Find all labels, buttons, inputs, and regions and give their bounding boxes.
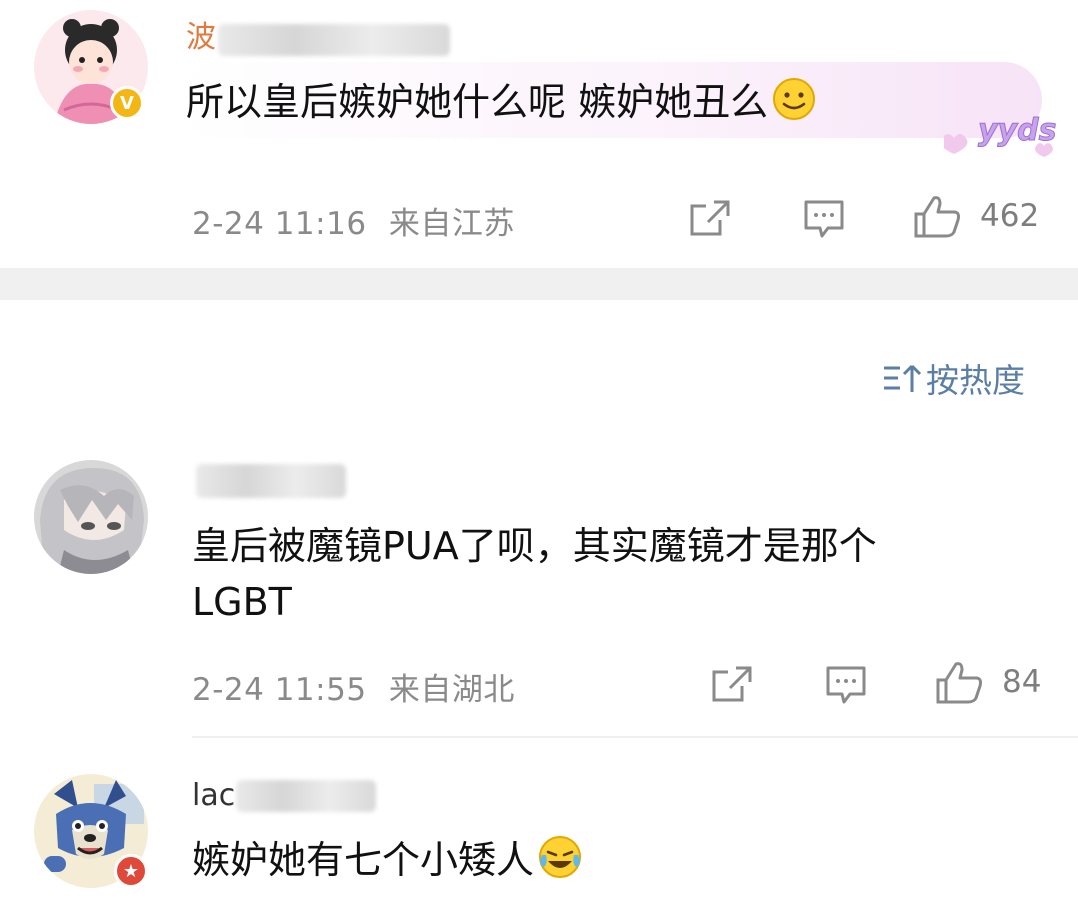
username[interactable]: 波 [186,20,216,56]
comment-text: 皇后被魔镜PUA了呗，其实魔镜才是那个 LGBT [192,518,877,630]
comment-time: 2-24 11:16 [192,206,367,242]
comment-icon [826,666,866,704]
comment-meta: 2-24 11:16 来自江苏 [192,198,515,243]
comment-text-line: 皇后被魔镜PUA了呗，其实魔镜才是那个 [192,524,877,568]
blurred-username [196,464,346,498]
comment-location: 来自江苏 [388,206,515,242]
comment-item: ★ lac 嫉妒她有七个小矮人 [0,760,1078,909]
share-icon [712,666,752,702]
thumbs-up-icon [914,196,960,238]
blurred-username [236,780,376,812]
comment-meta: 2-24 11:55 来自湖北 [192,664,515,709]
comment-divider [192,736,1078,738]
comment-text-body: 所以皇后嫉妒她什么呢 嫉妒她丑么 [186,80,769,124]
share-button[interactable] [688,198,732,238]
comment-text: 嫉妒她有七个小矮人 [192,832,582,888]
section-divider [0,268,1078,300]
comment-text: 所以皇后嫉妒她什么呢 嫉妒她丑么 [186,74,816,130]
comment-item: 皇后被魔镜PUA了呗，其实魔镜才是那个 LGBT 2-24 11:55 来自湖北… [0,440,1078,736]
yyds-sticker-icon: yyds [940,98,1064,164]
like-button[interactable] [912,194,962,240]
thumbs-up-icon [936,662,982,704]
verified-badge-icon: V [110,86,144,120]
avatar[interactable] [34,460,148,574]
share-icon [690,200,730,236]
reply-button[interactable] [824,664,868,706]
sort-label: 按热度 [926,361,1025,400]
like-count: 462 [980,198,1040,234]
comment-time: 2-24 11:55 [192,672,367,708]
blurred-username [218,24,450,56]
yyds-sticker-text: yyds [978,113,1056,148]
sort-icon [884,364,922,392]
sort-by-hot-button[interactable]: 按热度 [882,354,1025,402]
reply-button[interactable] [802,198,846,240]
like-button[interactable] [934,660,984,706]
share-button[interactable] [710,664,754,704]
star-badge-icon: ★ [114,854,148,888]
comment-icon [804,200,844,238]
username[interactable]: lac [192,778,235,814]
like-count: 84 [1002,664,1042,700]
comment-item: V 波 yyds 所以皇后嫉妒她什么呢 嫉妒她丑么 2-24 11:16 来自江… [0,0,1078,268]
laugh-cry-emoji-icon [538,835,582,879]
comment-text-line: LGBT [192,580,292,624]
comment-text-body: 嫉妒她有七个小矮人 [192,838,535,882]
smile-emoji-icon [772,77,816,121]
comment-location: 来自湖北 [388,672,515,708]
